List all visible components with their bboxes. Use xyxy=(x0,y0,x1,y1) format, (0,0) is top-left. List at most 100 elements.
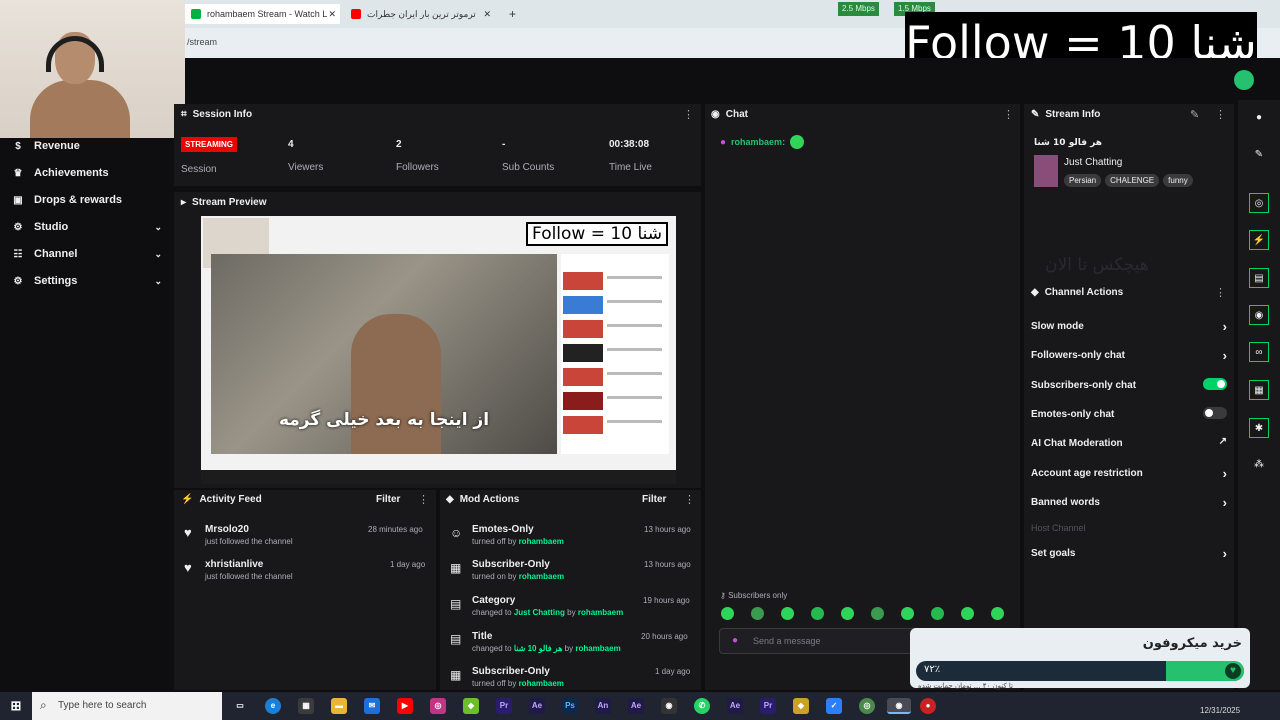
feed-time: 20 hours ago xyxy=(641,632,688,641)
users-icon[interactable]: ▦ xyxy=(1249,380,1269,400)
kebab-icon[interactable]: ⋮ xyxy=(683,108,694,121)
emote-icon[interactable] xyxy=(961,607,974,620)
close-icon[interactable]: ✕ xyxy=(328,9,336,20)
tag-badge[interactable]: funny xyxy=(1163,174,1193,187)
heart-icon: ♥ xyxy=(1225,663,1241,679)
app-icon[interactable]: ◎ xyxy=(859,698,875,714)
mail-icon[interactable]: ✉ xyxy=(364,698,380,714)
gift-icon: ▣ xyxy=(13,194,23,206)
animate-icon[interactable]: An xyxy=(595,698,611,714)
document-icon[interactable]: ▤ xyxy=(1249,268,1269,288)
app-icon[interactable]: ◆ xyxy=(463,698,479,714)
feed-user[interactable]: Mrsolo20 xyxy=(205,524,293,535)
slow-mode-row[interactable]: Slow mode › xyxy=(1031,319,1227,334)
sidebar-item-settings[interactable]: ⚙ Settings ⌄ xyxy=(12,275,162,287)
mod-user[interactable]: rohambaem xyxy=(575,644,620,653)
stat-value: 4 xyxy=(288,139,294,150)
kebab-icon[interactable]: ⋮ xyxy=(1215,286,1226,299)
kebab-icon[interactable]: ⋮ xyxy=(1003,108,1014,121)
subscribers-only-toggle[interactable] xyxy=(1203,378,1227,390)
apps-icon[interactable]: ⁂ xyxy=(1249,455,1269,475)
chrome-icon[interactable]: ◉ xyxy=(887,698,911,714)
mod-user[interactable]: rohambaem xyxy=(519,572,564,581)
windows-start-icon[interactable]: ⊞ xyxy=(8,698,24,714)
premiere-icon[interactable]: Pr xyxy=(760,698,776,714)
preview-thumb xyxy=(563,368,603,386)
close-icon[interactable]: ✕ xyxy=(483,9,491,20)
stat-followers: 2 Followers xyxy=(396,139,439,173)
task-view-icon[interactable]: ▭ xyxy=(232,698,248,714)
emote-icon[interactable] xyxy=(721,607,734,620)
app-icon[interactable]: ✓ xyxy=(826,698,842,714)
emote-icon[interactable] xyxy=(901,607,914,620)
banned-words-row[interactable]: Banned words › xyxy=(1031,495,1227,510)
pencil-icon[interactable]: ✎ xyxy=(1249,145,1269,165)
list-item: Title changed to هر فالو 10 شنا by roham… xyxy=(472,631,621,653)
whatsapp-icon[interactable]: ✆ xyxy=(694,698,710,714)
account-age-row[interactable]: Account age restriction › xyxy=(1031,466,1227,481)
emote-icon[interactable] xyxy=(841,607,854,620)
sidebar-item-channel[interactable]: ☷ Channel ⌄ xyxy=(12,248,162,260)
address-bar[interactable]: /stream xyxy=(185,30,905,54)
shield-icon: ◆ xyxy=(446,494,454,505)
new-tab-icon[interactable]: + xyxy=(503,4,523,24)
after-effects-icon[interactable]: Ae xyxy=(727,698,743,714)
bolt-icon[interactable]: ⚡ xyxy=(1249,230,1269,250)
sidebar-item-label: Channel xyxy=(34,248,78,260)
chevron-down-icon: ⌄ xyxy=(154,275,162,286)
camera-icon[interactable]: ◎ xyxy=(1249,193,1269,213)
wrench-icon[interactable]: ✱ xyxy=(1249,418,1269,438)
emote-icon[interactable] xyxy=(991,607,1004,620)
chat-bubble-icon[interactable]: ◉ xyxy=(1249,305,1269,325)
filter-button[interactable]: Filter xyxy=(642,494,666,505)
mod-user[interactable]: rohambaem xyxy=(519,537,564,546)
emote-icon[interactable] xyxy=(811,607,824,620)
instagram-icon[interactable]: ◎ xyxy=(430,698,446,714)
preview-line xyxy=(607,420,662,423)
avatar[interactable] xyxy=(1234,70,1254,90)
edit-icon[interactable]: ✎ xyxy=(1190,108,1199,121)
set-goals-row[interactable]: Set goals › xyxy=(1031,546,1227,561)
sidebar-item-studio[interactable]: ⚙ Studio ⌄ xyxy=(12,221,162,233)
youtube-icon[interactable]: ▶ xyxy=(397,698,413,714)
app-icon[interactable]: ● xyxy=(920,698,936,714)
ai-moderation-row[interactable]: AI Chat Moderation ↗ xyxy=(1031,436,1227,449)
folder-icon[interactable]: ▬ xyxy=(331,698,347,714)
link-icon[interactable]: ∞ xyxy=(1249,342,1269,362)
mod-user[interactable]: rohambaem xyxy=(519,679,564,688)
browser-tab-kick[interactable]: rohambaem Stream - Watch L ✕ xyxy=(185,4,340,24)
premiere-icon[interactable]: Pr xyxy=(496,698,512,714)
after-effects-icon[interactable]: Ae xyxy=(529,698,545,714)
filter-button[interactable]: Filter xyxy=(376,494,400,505)
sidebar-item-achievements[interactable]: ♛ Achievements xyxy=(12,167,162,179)
stream-info-title: ✎ Stream Info xyxy=(1031,109,1100,120)
app-icon[interactable]: ◆ xyxy=(793,698,809,714)
sidebar-item-revenue[interactable]: $ Revenue xyxy=(12,140,162,152)
info-icon[interactable]: ● xyxy=(1249,108,1269,128)
emote-icon[interactable] xyxy=(751,607,764,620)
kebab-icon[interactable]: ⋮ xyxy=(684,493,695,506)
mod-user[interactable]: rohambaem xyxy=(578,608,623,617)
photoshop-icon[interactable]: Ps xyxy=(562,698,578,714)
emotes-only-toggle[interactable] xyxy=(1203,407,1227,419)
after-effects-icon[interactable]: Ae xyxy=(628,698,644,714)
followers-only-row[interactable]: Followers-only chat › xyxy=(1031,348,1227,363)
kebab-icon[interactable]: ⋮ xyxy=(418,493,429,506)
chat-username[interactable]: rohambaem: xyxy=(731,137,785,147)
browser-tab-youtube[interactable]: ترموتر ترین بار ایران جطرات ✕ xyxy=(345,4,495,24)
edge-icon[interactable]: e xyxy=(265,698,281,714)
stream-preview-video[interactable]: از اینجا به بعد خیلی گرمه Follow = 10 شن… xyxy=(201,216,676,484)
category-icon: ▤ xyxy=(450,597,462,611)
taskbar-search[interactable]: ⌕ Type here to search xyxy=(32,692,222,720)
emote-icon[interactable] xyxy=(931,607,944,620)
category-name[interactable]: Just Chatting xyxy=(1064,157,1122,168)
emote-icon[interactable] xyxy=(781,607,794,620)
kebab-icon[interactable]: ⋮ xyxy=(1215,108,1226,121)
feed-user[interactable]: xhristianlive xyxy=(205,559,293,570)
tag-badge[interactable]: Persian xyxy=(1064,174,1102,187)
sidebar-item-drops[interactable]: ▣ Drops & rewards xyxy=(12,194,162,206)
obs-icon[interactable]: ◉ xyxy=(661,698,677,714)
emote-icon[interactable] xyxy=(871,607,884,620)
store-icon[interactable]: ▦ xyxy=(298,698,314,714)
tag-badge[interactable]: CHALENGE xyxy=(1105,174,1160,187)
